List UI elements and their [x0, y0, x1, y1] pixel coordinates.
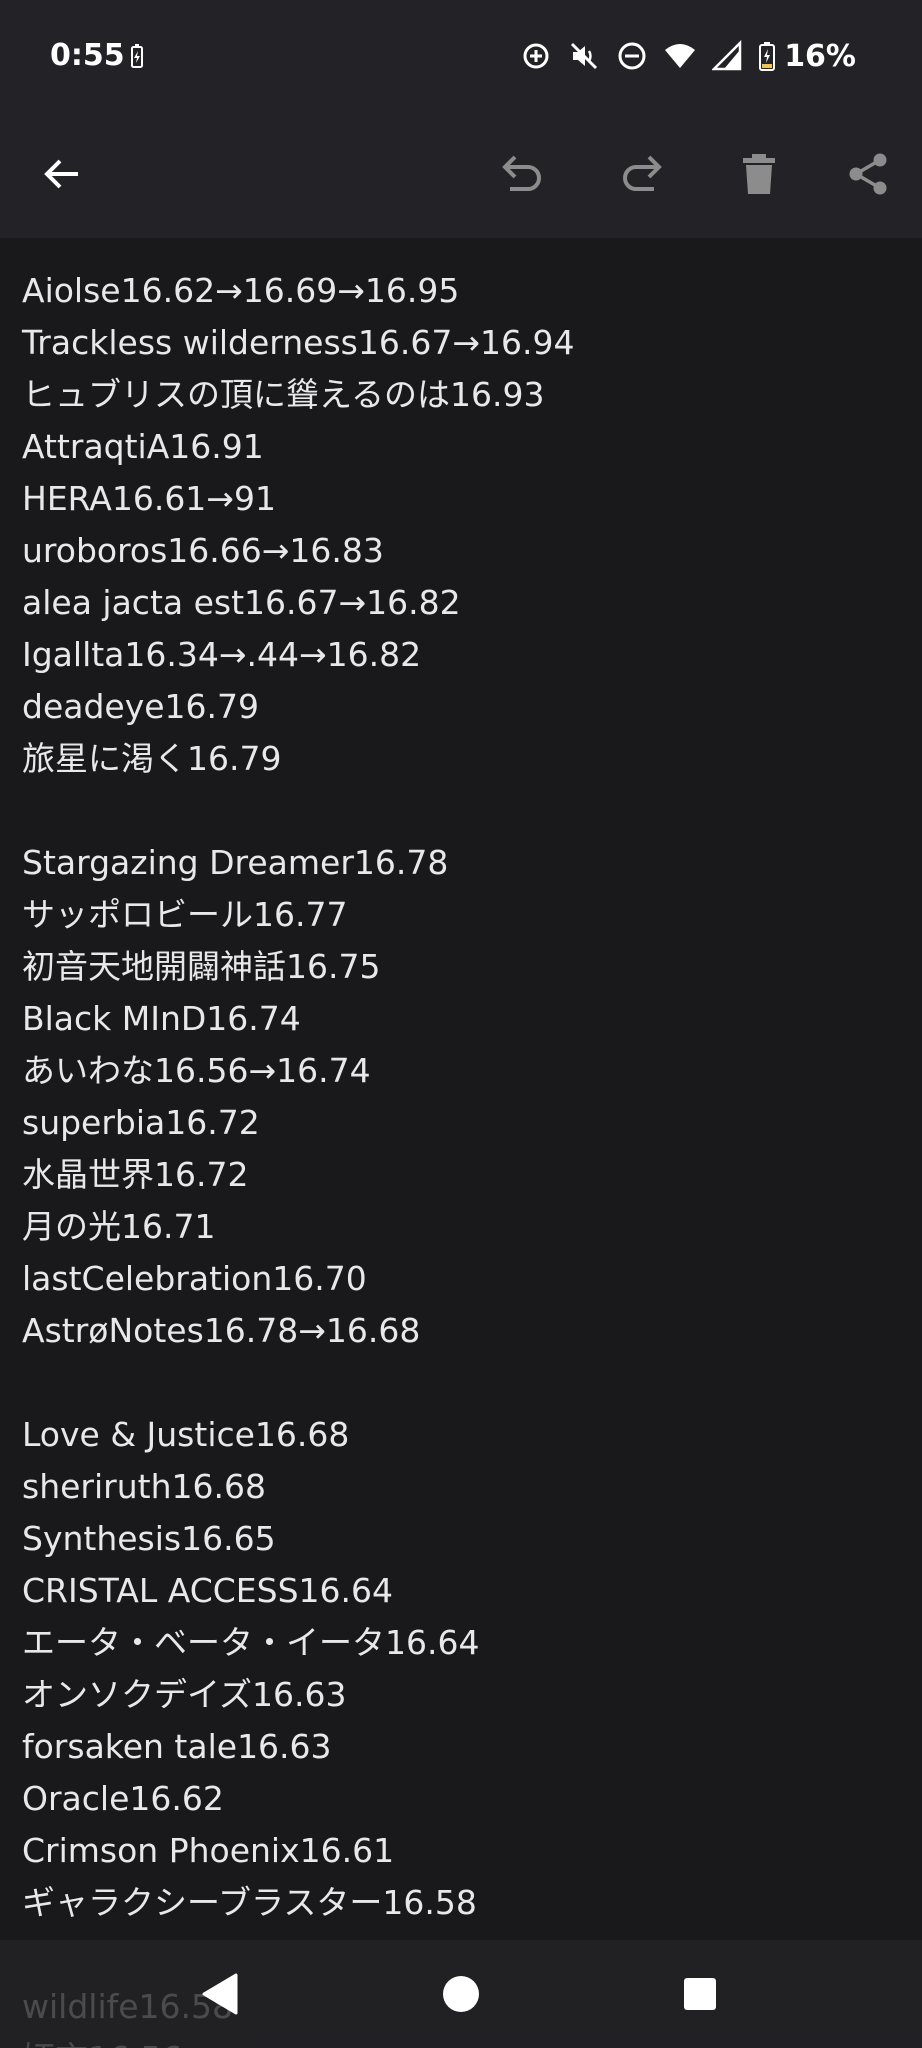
note-line: sheriruth16.68 — [22, 1467, 266, 1506]
battery-charging-icon — [130, 44, 144, 68]
status-bar: 0:55 16% — [0, 0, 922, 112]
note-line: Igallta16.34→.44→16.82 — [22, 635, 422, 674]
trash-icon — [743, 154, 775, 194]
wifi-icon — [664, 40, 696, 72]
status-time: 0:55 — [50, 38, 125, 73]
note-line: エータ・ベータ・イータ16.64 — [22, 1623, 480, 1662]
nav-recents-icon — [684, 1978, 716, 2010]
battery-icon — [758, 41, 776, 71]
note-line: Crimson Phoenix16.61 — [22, 1831, 395, 1870]
notes-app-screen: 0:55 16% Aiolse16.62→16.69→16.95 Trackle… — [0, 0, 922, 2048]
note-line: Oracle16.62 — [22, 1779, 224, 1818]
note-line: AttraqtiA16.91 — [22, 427, 264, 466]
note-line: 月の光16.71 — [22, 1207, 216, 1246]
nav-back-button[interactable] — [180, 1954, 260, 2034]
undo-button[interactable] — [486, 138, 558, 210]
note-editor[interactable]: Aiolse16.62→16.69→16.95 Trackless wildern… — [0, 238, 922, 2048]
note-line: 初音天地開闢神話16.75 — [22, 947, 381, 986]
back-arrow-icon — [44, 159, 78, 189]
note-line — [0, 785, 922, 837]
note-line: AstrøNotes16.78→16.68 — [22, 1311, 421, 1350]
note-line: オンソクデイズ16.63 — [22, 1675, 347, 1714]
note-toolbar — [0, 112, 922, 238]
note-line: CRISTAL ACCESS16.64 — [22, 1571, 393, 1610]
note-line: 旅星に渇く16.79 — [22, 739, 282, 778]
data-saver-icon — [520, 40, 552, 72]
nav-recents-button[interactable] — [660, 1954, 740, 2034]
nav-home-button[interactable] — [421, 1954, 501, 2034]
note-line: alea jacta est16.67→16.82 — [22, 583, 461, 622]
note-line: あいわな16.56→16.74 — [22, 1051, 371, 1090]
redo-button[interactable] — [606, 138, 678, 210]
cell-signal-icon — [711, 39, 744, 72]
do-not-disturb-icon — [616, 40, 648, 72]
note-line: Aiolse16.62→16.69→16.95 — [22, 271, 460, 310]
navigation-bar — [0, 1940, 922, 2048]
back-button[interactable] — [26, 138, 98, 210]
note-line — [0, 1357, 922, 1409]
status-icons: 16% — [504, 36, 856, 76]
nav-back-icon — [202, 1973, 238, 2015]
note-line: superbia16.72 — [22, 1103, 260, 1142]
nav-home-icon — [443, 1976, 479, 2012]
note-line: uroboros16.66→16.83 — [22, 531, 384, 570]
share-button[interactable] — [832, 138, 904, 210]
note-line: ヒュブリスの頂に聳えるのは16.93 — [22, 375, 545, 414]
note-line: HERA16.61→91 — [22, 479, 276, 518]
vibrate-off-icon — [568, 40, 600, 72]
note-line: ギャラクシーブラスター16.58 — [22, 1883, 477, 1922]
note-line: サッポロビール16.77 — [22, 895, 348, 934]
note-line: Stargazing Dreamer16.78 — [22, 843, 449, 882]
delete-button[interactable] — [723, 138, 795, 210]
note-line: Synthesis16.65 — [22, 1519, 276, 1558]
undo-icon — [502, 155, 541, 191]
note-line: 水晶世界16.72 — [22, 1155, 249, 1194]
note-line: Trackless wilderness16.67→16.94 — [22, 323, 575, 362]
battery-percent: 16% — [784, 38, 856, 74]
note-line: Black MInD16.74 — [22, 999, 301, 1038]
note-line: forsaken tale16.63 — [22, 1727, 332, 1766]
note-line: Love & Justice16.68 — [22, 1415, 350, 1454]
redo-icon — [623, 155, 662, 191]
note-line: deadeye16.79 — [22, 687, 260, 726]
share-icon — [849, 153, 887, 195]
note-line: lastCelebration16.70 — [22, 1259, 367, 1298]
